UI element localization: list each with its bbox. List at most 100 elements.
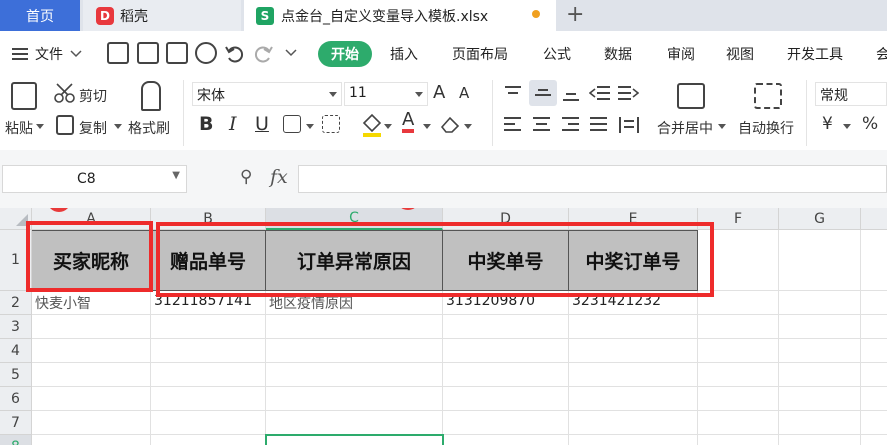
zoom-search-icon[interactable]: ⚲: [240, 167, 252, 187]
cell-b3[interactable]: [151, 315, 266, 339]
fill-color-chevron-icon[interactable]: [384, 124, 392, 130]
underline-button[interactable]: U: [255, 113, 269, 135]
cut-button[interactable]: 剪切: [79, 86, 107, 106]
cell-g6[interactable]: [779, 387, 861, 411]
cell-d6[interactable]: [443, 387, 569, 411]
currency-chevron-icon[interactable]: [843, 124, 851, 130]
row-header-4[interactable]: 4: [0, 339, 32, 363]
cell-g4[interactable]: [779, 339, 861, 363]
border-icon[interactable]: [283, 115, 301, 133]
cell-d5[interactable]: [443, 363, 569, 387]
menu-developer[interactable]: 开发工具: [787, 44, 843, 64]
format-painter-button[interactable]: 格式刷: [128, 118, 170, 138]
name-box[interactable]: C8 ▼: [2, 165, 187, 193]
row-header-6[interactable]: 6: [0, 387, 32, 411]
cell-b6[interactable]: [151, 387, 266, 411]
merge-center-button[interactable]: 合并居中: [657, 118, 713, 138]
row-header-3[interactable]: 3: [0, 315, 32, 339]
increase-indent-icon[interactable]: [617, 84, 639, 102]
cell-f5[interactable]: [698, 363, 779, 387]
cell-f7[interactable]: [698, 411, 779, 435]
currency-button[interactable]: ¥: [822, 114, 833, 134]
percent-button[interactable]: %: [862, 114, 878, 134]
cell-a4[interactable]: [32, 339, 151, 363]
cell-e8[interactable]: [569, 435, 698, 445]
cell-c4[interactable]: [266, 339, 443, 363]
eraser-chevron-icon[interactable]: [464, 124, 472, 130]
cell-a2[interactable]: 快麦小智: [32, 291, 151, 315]
cell-f3[interactable]: [698, 315, 779, 339]
cell-h3[interactable]: [861, 315, 887, 339]
row-header-8[interactable]: 8: [0, 435, 32, 445]
export-icon[interactable]: [137, 42, 159, 64]
align-bottom-icon[interactable]: [561, 84, 581, 102]
merge-chevron-icon[interactable]: [718, 124, 726, 130]
paste-icon[interactable]: [11, 82, 37, 110]
cell-g7[interactable]: [779, 411, 861, 435]
cell-b7[interactable]: [151, 411, 266, 435]
cell-f4[interactable]: [698, 339, 779, 363]
cell-h4[interactable]: [861, 339, 887, 363]
cell-c6[interactable]: [266, 387, 443, 411]
number-format-select[interactable]: 常规: [815, 82, 887, 106]
cell-h1[interactable]: [861, 230, 887, 291]
cell-c3[interactable]: [266, 315, 443, 339]
print-preview-icon[interactable]: [195, 42, 217, 64]
row-header-2[interactable]: 2: [0, 291, 32, 315]
decrease-indent-icon[interactable]: [589, 84, 611, 102]
insert-function-button[interactable]: fx: [270, 166, 288, 188]
fill-pattern-icon[interactable]: [322, 115, 340, 133]
cell-a3[interactable]: [32, 315, 151, 339]
new-tab-button[interactable]: +: [566, 2, 584, 27]
merge-center-icon[interactable]: [677, 83, 705, 109]
menu-review[interactable]: 审阅: [667, 44, 695, 64]
menu-insert[interactable]: 插入: [390, 44, 418, 64]
cell-h8[interactable]: [861, 435, 887, 445]
cell-e4[interactable]: [569, 339, 698, 363]
menu-start[interactable]: 开始: [318, 41, 372, 67]
tab-home[interactable]: 首页: [0, 0, 80, 31]
copy-chevron-icon[interactable]: [114, 124, 122, 130]
distributed-align-icon[interactable]: [618, 116, 640, 134]
cell-g3[interactable]: [779, 315, 861, 339]
eraser-icon[interactable]: [440, 115, 462, 133]
cell-b8[interactable]: [151, 435, 266, 445]
column-header-h[interactable]: [861, 208, 887, 230]
cell-c7[interactable]: [266, 411, 443, 435]
cell-b4[interactable]: [151, 339, 266, 363]
shrink-font-button[interactable]: A: [459, 84, 469, 102]
cell-g2[interactable]: [779, 291, 861, 315]
cell-c5[interactable]: [266, 363, 443, 387]
italic-button[interactable]: I: [229, 113, 237, 135]
wrap-text-icon[interactable]: [754, 83, 782, 109]
cell-g1[interactable]: [779, 230, 861, 291]
menu-member[interactable]: 会: [876, 44, 887, 64]
cell-e3[interactable]: [569, 315, 698, 339]
cell-h2[interactable]: [861, 291, 887, 315]
menu-formula[interactable]: 公式: [543, 44, 571, 64]
align-left-icon[interactable]: [503, 116, 523, 134]
font-color-chevron-icon[interactable]: [423, 124, 431, 130]
cell-a6[interactable]: [32, 387, 151, 411]
column-header-g[interactable]: G: [779, 208, 861, 230]
cell-e6[interactable]: [569, 387, 698, 411]
cell-h6[interactable]: [861, 387, 887, 411]
font-size-select[interactable]: 11: [344, 82, 428, 106]
align-right-icon[interactable]: [561, 116, 581, 134]
cell-g5[interactable]: [779, 363, 861, 387]
cell-e5[interactable]: [569, 363, 698, 387]
tab-file[interactable]: S 点金台_自定义变量导入模板.xlsx: [244, 0, 556, 31]
tab-daoke[interactable]: D 稻壳: [83, 0, 241, 31]
save-icon[interactable]: [107, 42, 129, 64]
copy-button[interactable]: 复制: [79, 118, 107, 138]
cell-d8[interactable]: [443, 435, 569, 445]
menu-view[interactable]: 视图: [726, 44, 754, 64]
cell-d7[interactable]: [443, 411, 569, 435]
menu-page-layout[interactable]: 页面布局: [452, 44, 508, 64]
cell-f8[interactable]: [698, 435, 779, 445]
align-top-icon[interactable]: [503, 84, 523, 102]
print-icon[interactable]: [166, 42, 188, 64]
border-chevron-icon[interactable]: [306, 124, 314, 130]
font-name-select[interactable]: 宋体: [192, 82, 342, 106]
cell-f6[interactable]: [698, 387, 779, 411]
